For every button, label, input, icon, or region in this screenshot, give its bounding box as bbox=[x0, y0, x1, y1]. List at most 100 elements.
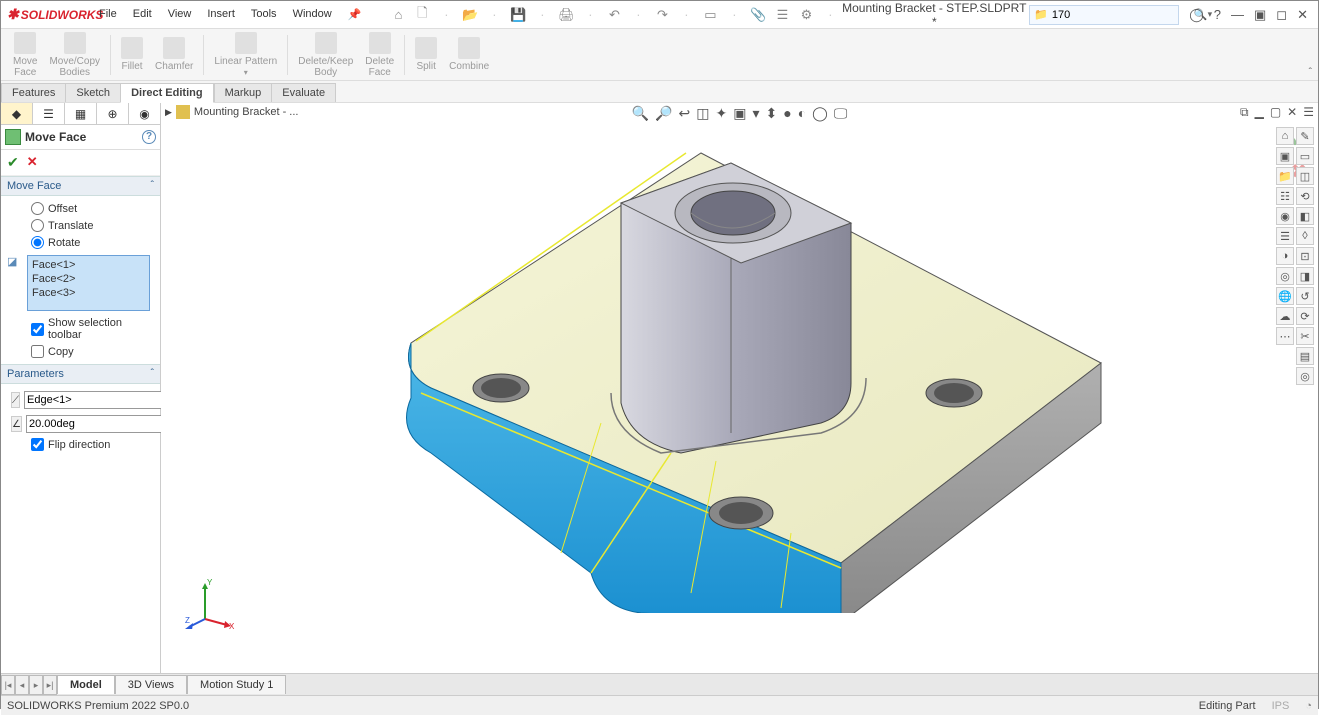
rebuild-icon[interactable]: 📎 bbox=[749, 7, 767, 23]
maximize-icon[interactable]: ◻ bbox=[1276, 7, 1287, 23]
rail-explorer-icon[interactable]: ☷ bbox=[1276, 187, 1294, 205]
radio-translate[interactable] bbox=[31, 219, 44, 232]
rail2-3[interactable]: ◫ bbox=[1296, 167, 1314, 185]
btab-first[interactable]: |◂ bbox=[1, 675, 15, 695]
btab-model[interactable]: Model bbox=[57, 675, 115, 694]
menu-file[interactable]: File bbox=[91, 8, 125, 21]
close-icon[interactable]: ✕ bbox=[1297, 7, 1308, 23]
cmd-split[interactable]: Split bbox=[409, 37, 443, 72]
redo-icon[interactable]: ↷ bbox=[653, 7, 671, 23]
pm-tab-feature[interactable]: ◆ bbox=[1, 103, 33, 124]
rail-appear-icon[interactable]: ◑ bbox=[1276, 247, 1294, 265]
rail2-13[interactable]: ◎ bbox=[1296, 367, 1314, 385]
rail2-11[interactable]: ✂ bbox=[1296, 327, 1314, 345]
face-item-1[interactable]: Face<1> bbox=[30, 258, 147, 272]
rail-lib-icon[interactable]: 📁 bbox=[1276, 167, 1294, 185]
menu-window[interactable]: Window bbox=[285, 8, 340, 21]
rail-home-icon[interactable]: ⌂ bbox=[1276, 127, 1294, 145]
rail2-9[interactable]: ↺ bbox=[1296, 287, 1314, 305]
undo-icon[interactable]: ↶ bbox=[605, 7, 623, 23]
vp-close-icon[interactable]: ✕ bbox=[1287, 105, 1297, 120]
status-gear-icon[interactable]: ◔ bbox=[1305, 700, 1312, 712]
face-selection-list[interactable]: Face<1> Face<2> Face<3> bbox=[27, 255, 150, 311]
search-box[interactable]: 📁 🔍 ▾ bbox=[1029, 5, 1179, 25]
rail-more-icon[interactable]: ⋯ bbox=[1276, 327, 1294, 345]
rail2-6[interactable]: ◊ bbox=[1296, 227, 1314, 245]
menu-insert[interactable]: Insert bbox=[199, 8, 243, 21]
btab-motion-study[interactable]: Motion Study 1 bbox=[187, 675, 286, 694]
cmd-move-face[interactable]: MoveFace bbox=[7, 32, 43, 78]
axis-input[interactable] bbox=[24, 391, 172, 409]
cmd-delete-face[interactable]: DeleteFace bbox=[359, 32, 400, 78]
radio-offset[interactable] bbox=[31, 202, 44, 215]
pm-ok-button[interactable]: ✔ bbox=[7, 154, 19, 171]
vp-min-icon[interactable]: ▁ bbox=[1255, 105, 1264, 120]
btab-next[interactable]: ▸ bbox=[29, 675, 43, 695]
ribbon-collapse-icon[interactable]: ˆ bbox=[1309, 67, 1312, 78]
check-copy[interactable] bbox=[31, 345, 44, 358]
save-icon[interactable]: 💾 bbox=[509, 7, 527, 23]
minimize-icon[interactable]: — bbox=[1231, 7, 1244, 22]
check-show-selection-toolbar[interactable] bbox=[31, 323, 44, 336]
rail2-12[interactable]: ▤ bbox=[1296, 347, 1314, 365]
vp-popout-icon[interactable]: ⧉ bbox=[1240, 105, 1249, 120]
face-item-3[interactable]: Face<3> bbox=[30, 286, 147, 300]
tab-direct-editing[interactable]: Direct Editing bbox=[120, 83, 214, 103]
tab-sketch[interactable]: Sketch bbox=[65, 83, 121, 102]
rail-web-icon[interactable]: 🌐 bbox=[1276, 287, 1294, 305]
pm-help-icon[interactable]: ? bbox=[142, 130, 156, 144]
menu-pin-icon[interactable]: 📌 bbox=[340, 8, 370, 21]
tab-evaluate[interactable]: Evaluate bbox=[271, 83, 336, 102]
rail2-2[interactable]: ▭ bbox=[1296, 147, 1314, 165]
angle-input[interactable] bbox=[26, 415, 174, 433]
rail-view-icon[interactable]: ◉ bbox=[1276, 207, 1294, 225]
rail-cloud-icon[interactable]: ☁ bbox=[1276, 307, 1294, 325]
face-item-2[interactable]: Face<2> bbox=[30, 272, 147, 286]
new-icon[interactable]: 🗋 bbox=[413, 4, 431, 26]
rail2-8[interactable]: ◨ bbox=[1296, 267, 1314, 285]
cmd-linear-pattern[interactable]: Linear Pattern▾ bbox=[208, 32, 283, 78]
pm-tab-appearance[interactable]: ◉ bbox=[129, 103, 160, 124]
breadcrumb[interactable]: ▶ Mounting Bracket - ... bbox=[165, 105, 298, 119]
pm-tab-config[interactable]: ☰ bbox=[33, 103, 65, 124]
menu-tools[interactable]: Tools bbox=[243, 8, 285, 21]
status-units[interactable]: IPS bbox=[1272, 700, 1290, 712]
select-icon[interactable]: ▭ bbox=[701, 7, 719, 23]
cmd-delete-keep-body[interactable]: Delete/KeepBody bbox=[292, 32, 359, 78]
user-icon[interactable]: ◯ bbox=[1189, 7, 1204, 23]
vp-max-icon[interactable]: ▢ bbox=[1270, 105, 1281, 120]
restore-icon[interactable]: ▣ bbox=[1254, 7, 1266, 23]
tab-markup[interactable]: Markup bbox=[214, 83, 273, 102]
rail-part-icon[interactable]: ▣ bbox=[1276, 147, 1294, 165]
radio-rotate[interactable] bbox=[31, 236, 44, 249]
tab-features[interactable]: Features bbox=[1, 83, 66, 102]
cmd-move-copy-bodies[interactable]: Move/CopyBodies bbox=[43, 32, 106, 78]
pm-tab-display[interactable]: ▦ bbox=[65, 103, 97, 124]
settings-icon[interactable]: ⚙ bbox=[797, 7, 815, 23]
menu-edit[interactable]: Edit bbox=[125, 8, 160, 21]
breadcrumb-text[interactable]: Mounting Bracket - ... bbox=[194, 106, 299, 118]
check-flip-direction[interactable] bbox=[31, 438, 44, 451]
rail2-4[interactable]: ⟲ bbox=[1296, 187, 1314, 205]
home-icon[interactable]: ⌂ bbox=[389, 7, 407, 22]
section-parameters[interactable]: Parametersˆ bbox=[1, 364, 160, 384]
btab-prev[interactable]: ◂ bbox=[15, 675, 29, 695]
rail-prop-icon[interactable]: ☰ bbox=[1276, 227, 1294, 245]
cmd-combine[interactable]: Combine bbox=[443, 37, 495, 72]
help-icon[interactable]: ? bbox=[1214, 7, 1221, 22]
rail2-10[interactable]: ⟳ bbox=[1296, 307, 1314, 325]
open-icon[interactable]: 📂 bbox=[461, 7, 479, 23]
options-icon[interactable]: ☰ bbox=[773, 7, 791, 23]
menu-view[interactable]: View bbox=[160, 8, 200, 21]
print-icon[interactable]: 🖨 bbox=[557, 7, 575, 23]
cmd-chamfer[interactable]: Chamfer bbox=[149, 37, 199, 72]
cmd-fillet[interactable]: Fillet bbox=[115, 37, 149, 72]
btab-3dviews[interactable]: 3D Views bbox=[115, 675, 187, 694]
view-triad[interactable]: Y X Z bbox=[185, 579, 235, 629]
rail2-1[interactable]: ✎ bbox=[1296, 127, 1314, 145]
btab-last[interactable]: ▸| bbox=[43, 675, 57, 695]
pm-tab-sensor[interactable]: ⊕ bbox=[97, 103, 129, 124]
section-move-face[interactable]: Move Faceˆ bbox=[1, 176, 160, 196]
graphics-viewport[interactable]: ▶ Mounting Bracket - ... 🔍 🔎 ↩ ◫ ✦ ▣ ▾ ⬍… bbox=[161, 103, 1318, 673]
breadcrumb-expand-icon[interactable]: ▶ bbox=[165, 107, 172, 118]
